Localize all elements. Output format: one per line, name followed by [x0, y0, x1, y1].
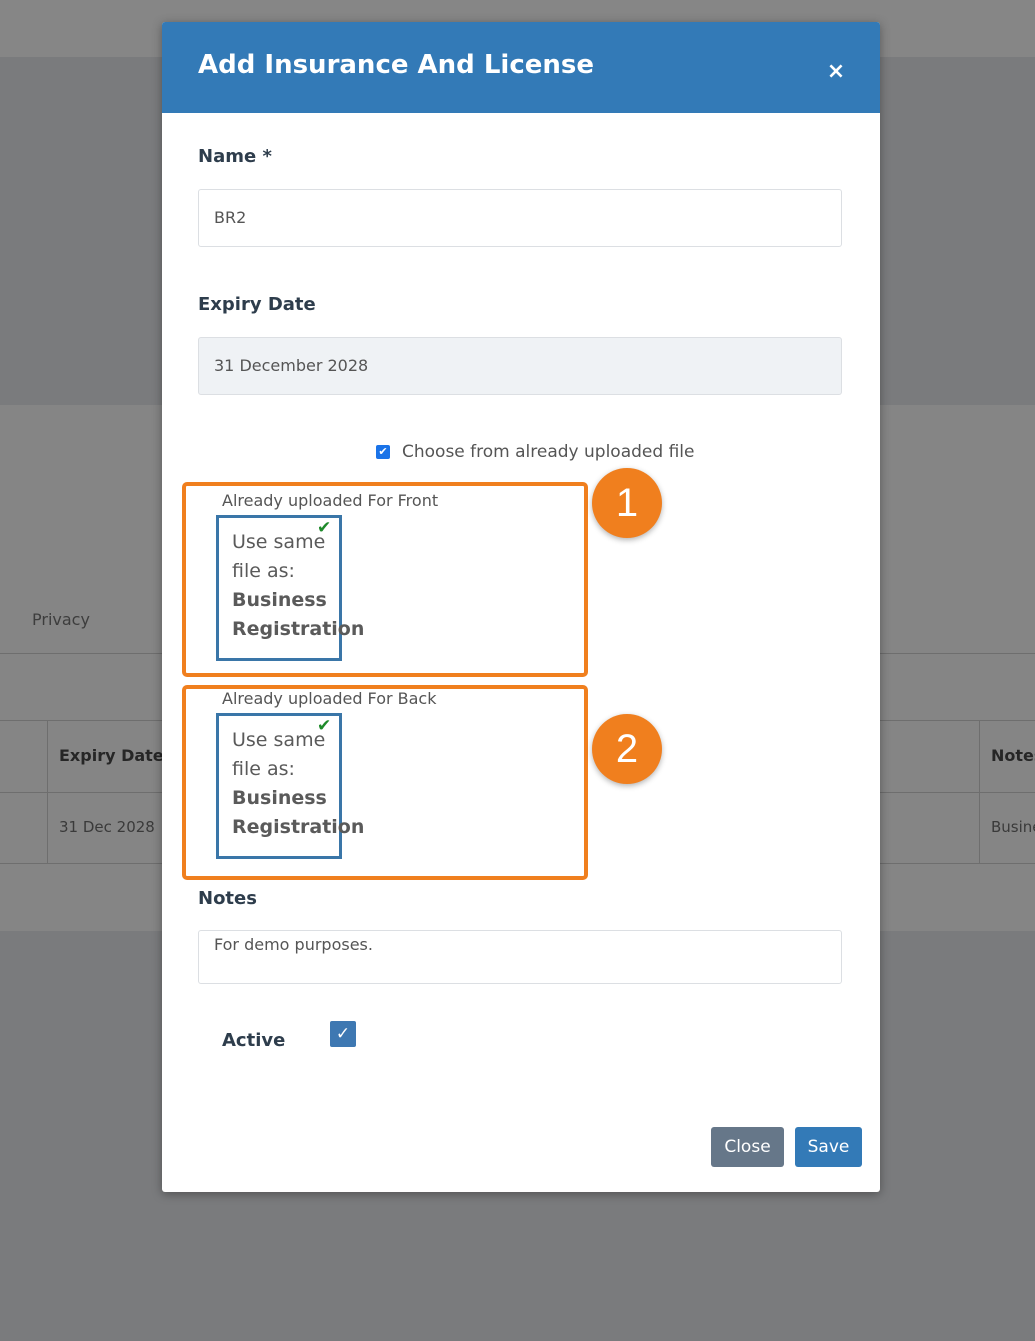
name-label: Name *: [198, 146, 272, 167]
save-button[interactable]: Save: [795, 1127, 862, 1167]
upload-front-file-text: Use same file as: Business Registration: [232, 528, 392, 644]
choose-existing-label: Choose from already uploaded file: [402, 442, 695, 462]
background-table-header-notes: Notes: [991, 746, 1035, 765]
file-text-line: file as:: [232, 758, 295, 780]
add-insurance-modal: Add Insurance And License × Name * BR2 E…: [162, 22, 880, 1192]
step-badge-2: 2: [592, 714, 662, 784]
file-text-line: Use same: [232, 729, 326, 751]
notes-textarea[interactable]: For demo purposes.: [198, 930, 842, 984]
background-table-cell-expiry: 31 Dec 2028: [59, 818, 155, 836]
active-checkbox[interactable]: ✓: [330, 1021, 356, 1047]
close-button[interactable]: Close: [711, 1127, 784, 1167]
upload-back-group: Already uploaded For Back ✔ Use same fil…: [182, 685, 588, 880]
choose-existing-checkbox[interactable]: ✔: [376, 445, 390, 459]
notes-label: Notes: [198, 888, 257, 909]
upload-front-caption: Already uploaded For Front: [222, 491, 439, 510]
upload-back-caption: Already uploaded For Back: [222, 689, 437, 708]
upload-back-file-text: Use same file as: Business Registration: [232, 726, 392, 842]
modal-header: Add Insurance And License ×: [162, 22, 880, 113]
modal-title: Add Insurance And License: [198, 50, 594, 80]
close-icon[interactable]: ×: [826, 61, 846, 83]
name-input[interactable]: BR2: [198, 189, 842, 247]
background-privacy-tab: Privacy: [32, 610, 90, 629]
file-text-line: Registration: [232, 816, 365, 838]
file-text-line: Registration: [232, 618, 365, 640]
step-badge-1: 1: [592, 468, 662, 538]
background-table-cell-notes: Busine: [991, 818, 1035, 836]
upload-front-file-tile[interactable]: ✔ Use same file as: Business Registratio…: [216, 515, 364, 661]
upload-back-file-tile[interactable]: ✔ Use same file as: Business Registratio…: [216, 713, 364, 859]
background-table-column-divider: [979, 720, 980, 864]
expiry-date-label: Expiry Date: [198, 294, 316, 315]
file-text-line: Business: [232, 787, 327, 809]
expiry-date-input[interactable]: 31 December 2028: [198, 337, 842, 395]
file-text-line: file as:: [232, 560, 295, 582]
file-text-line: Business: [232, 589, 327, 611]
file-text-line: Use same: [232, 531, 326, 553]
active-label: Active: [222, 1030, 286, 1051]
background-table-column-divider: [47, 720, 48, 864]
upload-front-group: Already uploaded For Front ✔ Use same fi…: [182, 482, 588, 677]
background-table-header-expiry: Expiry Date: [59, 746, 164, 765]
